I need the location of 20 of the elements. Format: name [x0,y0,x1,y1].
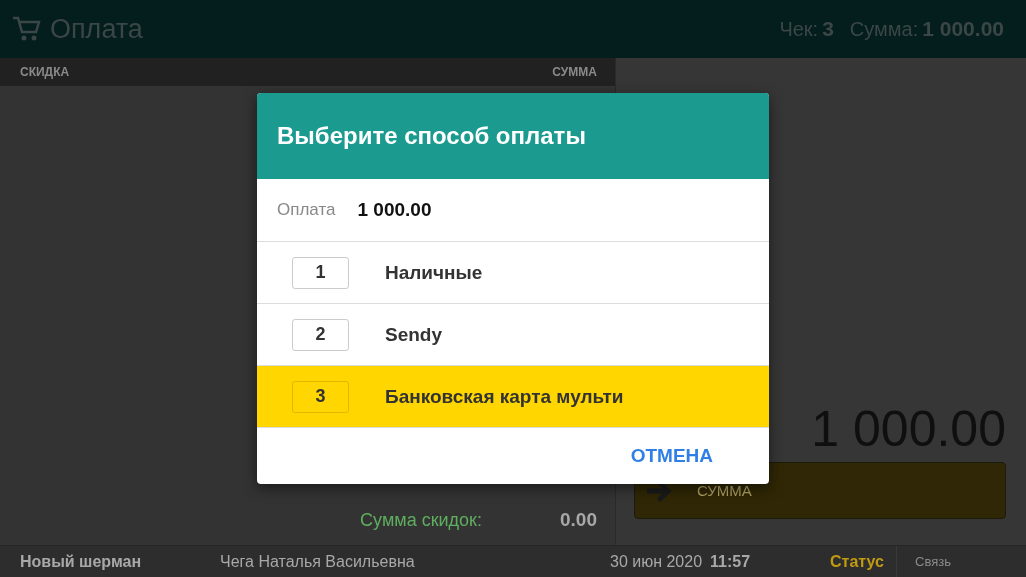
connection-link[interactable]: Связь [896,546,977,577]
payment-option[interactable]: 3 Банковская карта мульти [257,366,769,428]
dialog-title: Выберите способ оплаты [257,93,769,179]
shop-name: Новый шерман [19,552,143,571]
key-badge: 2 [292,318,349,351]
summary-value: 0.00 [559,509,597,531]
column-header: СКИДКА [20,65,70,79]
amount-value: 1 000.00 [357,199,432,221]
amount-label: Оплата [277,200,336,220]
payment-option[interactable]: 1 Наличные [257,242,769,304]
column-header: СУММА [552,65,597,79]
summary-label: Сумма скидок: [360,509,482,531]
date-text: 30 июн 2020 [610,552,703,571]
cart-icon [12,16,42,42]
key-badge: 3 [292,380,349,413]
cashier-name: Чега Наталья Васильевна [220,552,416,571]
status-text: Статус [830,552,885,571]
payment-option[interactable]: 2 Sendy [257,304,769,366]
time-text: 11:57 [710,552,752,571]
key-badge: 1 [292,256,349,289]
